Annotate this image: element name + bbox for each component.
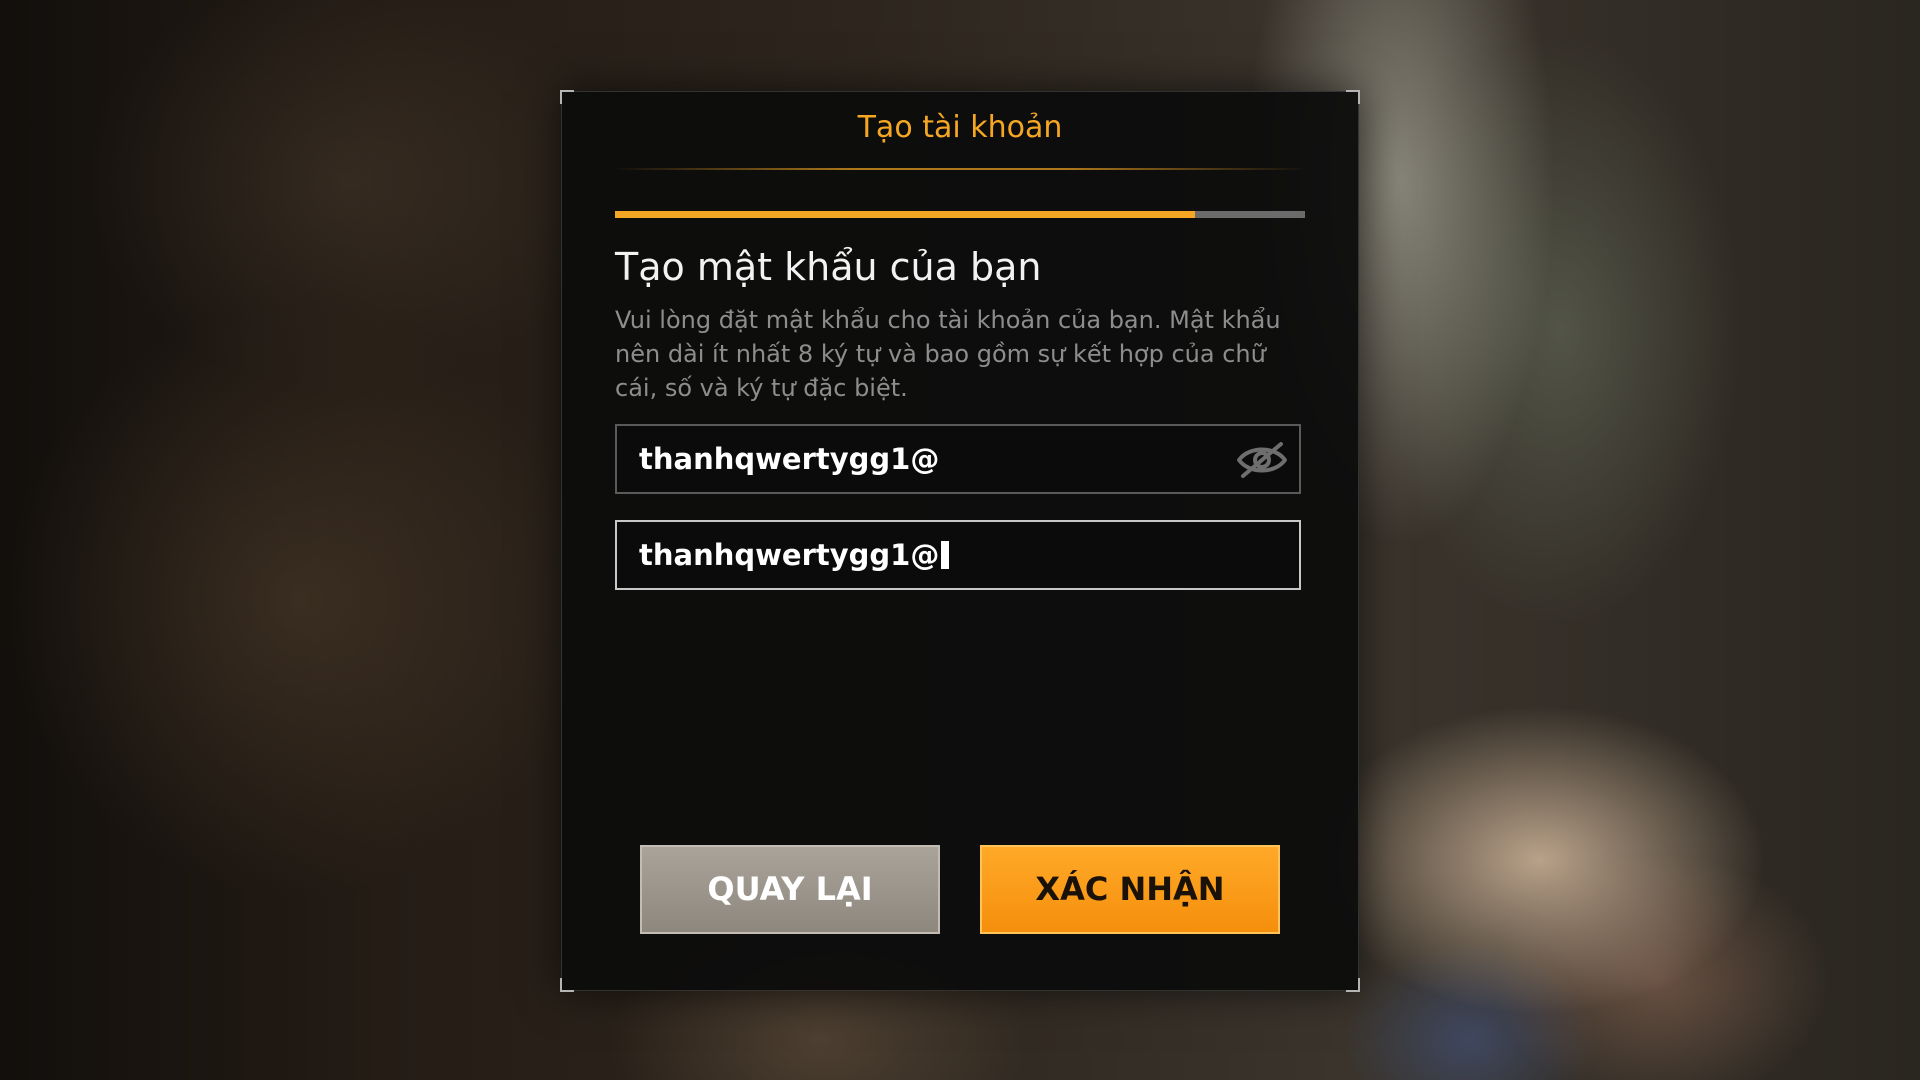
eye-slash-icon[interactable] bbox=[1235, 441, 1289, 479]
step-description: Vui lòng đặt mật khẩu cho tài khoản của … bbox=[615, 306, 1281, 402]
confirm-password-value: thanhqwertygg1@ bbox=[639, 522, 950, 588]
progress-bar-fill bbox=[615, 211, 1195, 218]
progress-bar bbox=[615, 211, 1305, 218]
corner-decoration bbox=[560, 978, 574, 992]
confirm-password-text: thanhqwertygg1@ bbox=[639, 538, 940, 572]
dialog-title: Tạo tài khoản bbox=[857, 110, 1063, 145]
confirm-button[interactable]: XÁC NHẬN bbox=[980, 845, 1280, 934]
corner-decoration bbox=[560, 90, 574, 104]
confirm-password-field[interactable]: thanhqwertygg1@ bbox=[615, 520, 1301, 590]
step-heading: Tạo mật khẩu của bạn bbox=[615, 245, 1042, 289]
corner-decoration bbox=[1346, 90, 1360, 104]
title-divider bbox=[612, 168, 1308, 170]
text-caret bbox=[941, 541, 950, 569]
password-value: thanhqwertygg1@ bbox=[639, 442, 940, 476]
create-account-dialog: Tạo tài khoản Tạo mật khẩu của bạn Vui l… bbox=[560, 90, 1360, 992]
corner-decoration bbox=[1346, 978, 1360, 992]
back-button[interactable]: QUAY LẠI bbox=[640, 845, 940, 934]
password-field[interactable]: thanhqwertygg1@ bbox=[615, 424, 1301, 494]
